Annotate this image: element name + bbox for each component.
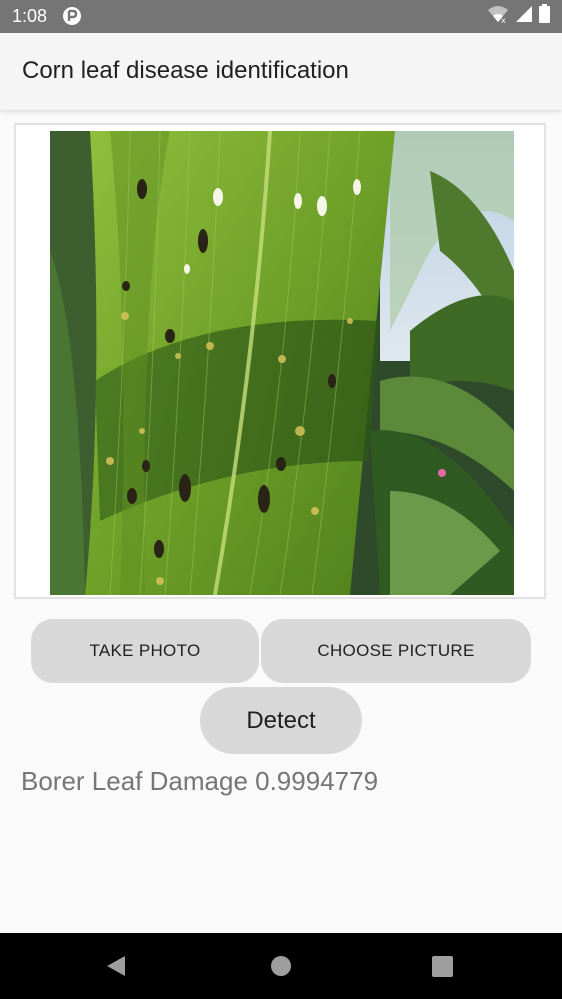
svg-text:x: x (501, 16, 506, 23)
status-icons: x (487, 4, 550, 28)
battery-icon (539, 4, 550, 28)
home-icon[interactable] (270, 955, 292, 982)
status-time: 1:08 (12, 6, 48, 26)
recents-icon[interactable] (432, 956, 453, 982)
wifi-icon: x (487, 5, 509, 28)
choose-picture-button[interactable]: CHOOSE PICTURE (261, 619, 531, 683)
app-bar: Corn leaf disease identification (0, 33, 562, 110)
detection-result: Borer Leaf Damage 0.9994779 (21, 766, 379, 796)
take-photo-button[interactable]: TAKE PHOTO (31, 619, 259, 683)
app-notification-icon (62, 6, 82, 26)
app-title: Corn leaf disease identification (22, 57, 349, 84)
back-icon[interactable] (105, 955, 127, 982)
navigation-bar (0, 933, 562, 999)
leaf-photo (50, 131, 514, 595)
detect-button[interactable]: Detect (200, 687, 362, 754)
cell-signal-icon (515, 5, 533, 28)
status-bar: 1:08 x (0, 0, 562, 33)
image-preview-card (14, 123, 546, 599)
